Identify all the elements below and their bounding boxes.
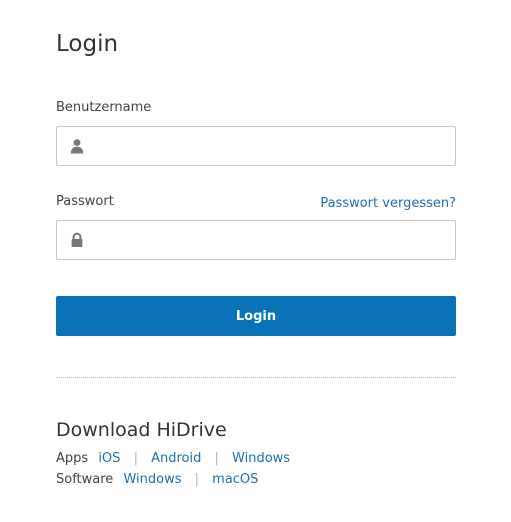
username-input[interactable] bbox=[93, 127, 448, 165]
apps-row: Apps iOS | Android | Windows bbox=[56, 450, 290, 468]
software-label: Software bbox=[56, 472, 114, 487]
separator: | bbox=[194, 472, 200, 487]
password-field-wrapper bbox=[56, 220, 456, 260]
password-input[interactable] bbox=[93, 221, 448, 259]
user-icon bbox=[69, 138, 85, 154]
separator: | bbox=[214, 451, 219, 466]
password-label: Passwort bbox=[56, 194, 114, 209]
separator: | bbox=[133, 451, 138, 466]
apps-android-link[interactable]: Android bbox=[151, 451, 201, 466]
apps-windows-link[interactable]: Windows bbox=[232, 451, 290, 466]
lock-icon bbox=[69, 232, 85, 248]
download-title: Download HiDrive bbox=[56, 419, 227, 441]
username-field-wrapper bbox=[56, 126, 456, 166]
section-divider bbox=[56, 377, 456, 378]
page-title: Login bbox=[56, 31, 119, 57]
software-windows-link[interactable]: Windows bbox=[123, 472, 181, 487]
login-button[interactable]: Login bbox=[56, 296, 456, 336]
username-label: Benutzername bbox=[56, 100, 152, 115]
apps-ios-link[interactable]: iOS bbox=[98, 451, 120, 466]
software-macos-link[interactable]: macOS bbox=[212, 472, 258, 487]
software-row: Software Windows | macOS bbox=[56, 471, 258, 489]
forgot-password-link[interactable]: Passwort vergessen? bbox=[320, 196, 456, 212]
apps-label: Apps bbox=[56, 451, 89, 466]
